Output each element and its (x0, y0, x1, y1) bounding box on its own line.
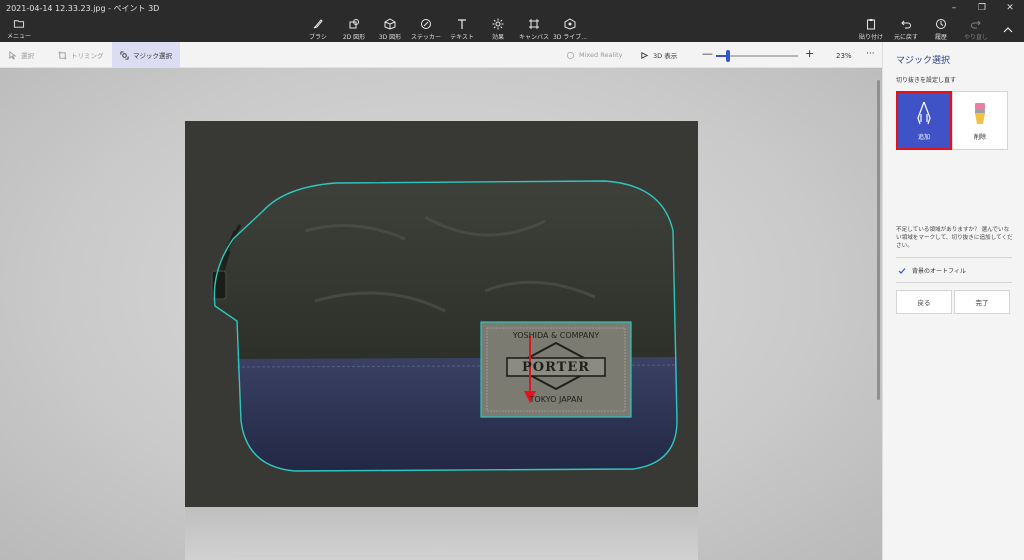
tag-line-bottom: TOKYO JAPAN (529, 395, 583, 404)
window-title: 2021-04-14 12.33.23.jpg - ペイント 3D (6, 4, 160, 13)
tool-label: 2D 図形 (342, 34, 366, 41)
3d-library-icon (564, 18, 576, 30)
remove-mode-button[interactable]: 削除 (952, 91, 1008, 150)
3d-shapes-icon (384, 18, 396, 30)
paste-icon (867, 19, 875, 30)
tool-stickers[interactable]: ステッカー (406, 18, 446, 41)
crop-tool[interactable]: トリミング (58, 42, 104, 68)
tool-label: テキスト (450, 34, 474, 41)
magic-select-icon (120, 50, 129, 60)
canvas-icon (529, 19, 539, 29)
magic-select-panel: マジック選択 切り抜きを設定し直す 追加 削除 不足している領域がありますか？ … (882, 42, 1024, 560)
sticker-icon (421, 19, 431, 29)
remove-mode-label: 削除 (973, 134, 986, 141)
tool-3d-library[interactable]: 3D ライブ... (550, 18, 590, 41)
cursor-icon (9, 50, 17, 60)
2d-shapes-icon (349, 19, 359, 29)
panel-title: マジック選択 (896, 56, 951, 66)
folder-icon (13, 20, 25, 28)
close-button[interactable]: ✕ (996, 0, 1024, 16)
undo-label: 元に戻す (893, 34, 918, 41)
add-mode-button[interactable]: 追加 (896, 91, 952, 150)
paste-button[interactable]: 貼り付け (851, 18, 891, 41)
view-3d-button[interactable]: 3D 表示 (640, 42, 677, 68)
canvas-image[interactable]: YOSHIDA & COMPANY PORTER TOKYO JAPAN (185, 121, 698, 507)
vertical-scrollbar[interactable] (877, 80, 880, 400)
maximize-button[interactable]: ❐ (968, 0, 996, 16)
zoom-slider-thumb[interactable] (726, 50, 731, 62)
crop-label: トリミング (71, 52, 104, 60)
tool-label: キャンバス (518, 34, 549, 41)
panel-hint: 不足している領域がありますか？ 選んでいない領域をマークして、切り抜きに追加して… (896, 227, 1013, 249)
redo-icon (971, 20, 981, 29)
mixed-reality-button[interactable]: Mixed Reality (566, 42, 622, 68)
tool-label: 3D 図形 (378, 34, 402, 41)
zoom-in-button[interactable]: + (805, 47, 814, 60)
select-label: 選択 (21, 52, 34, 60)
canvas-reflection (185, 507, 698, 560)
undo-icon (901, 20, 911, 29)
done-button[interactable]: 完了 (954, 290, 1010, 314)
history-label: 履歴 (934, 34, 947, 41)
eraser-icon (975, 103, 985, 124)
add-mode-label: 追加 (917, 134, 930, 141)
tool-canvas[interactable]: キャンバス (514, 18, 554, 41)
chevron-up-icon[interactable] (1002, 24, 1014, 36)
checkmark-icon (898, 267, 906, 274)
tool-label: ステッカー (410, 34, 441, 41)
mixed-reality-label: Mixed Reality (579, 51, 623, 59)
paste-label: 貼り付け (858, 34, 883, 41)
text-icon (458, 19, 466, 29)
effects-icon (492, 18, 504, 30)
autofill-label: 背景のオートフィル (912, 268, 966, 275)
tool-label: ブラシ (309, 34, 327, 41)
tag-line-top: YOSHIDA & COMPANY (512, 331, 600, 340)
history-button[interactable]: 履歴 (921, 18, 961, 41)
redo-button[interactable]: やり直し (956, 18, 996, 41)
tool-effects[interactable]: 効果 (478, 18, 518, 41)
zoom-level: 23% (836, 52, 852, 60)
redo-label: やり直し (963, 34, 988, 41)
3d-view-icon (641, 51, 649, 59)
pen-add-icon (917, 101, 931, 125)
history-icon (936, 19, 946, 29)
minimize-button[interactable]: – (940, 0, 968, 16)
title-toolbar: 2021-04-14 12.33.23.jpg - ペイント 3D – ❐ ✕ … (0, 0, 1024, 42)
magic-select-tool[interactable]: マジック選択 (112, 42, 180, 68)
brush-icon (313, 19, 323, 29)
view-3d-label: 3D 表示 (653, 52, 678, 60)
tool-label: 3D ライブ... (552, 34, 588, 41)
crop-icon (58, 50, 67, 60)
undo-button[interactable]: 元に戻す (886, 18, 926, 41)
tool-3d-shapes[interactable]: 3D 図形 (370, 18, 410, 41)
tool-brush[interactable]: ブラシ (298, 18, 338, 41)
menu-label: メニュー (6, 33, 31, 40)
select-tool[interactable]: 選択 (8, 42, 34, 68)
panel-subtitle: 切り抜きを設定し直す (896, 77, 957, 84)
pouch-photo (185, 121, 698, 507)
back-button[interactable]: 戻る (896, 290, 952, 314)
zoom-out-button[interactable]: — (702, 47, 713, 60)
autofill-toggle[interactable]: 背景のオートフィル (898, 266, 966, 275)
mixed-reality-icon (566, 51, 575, 59)
tag-brand: PORTER (521, 360, 591, 375)
window-controls: – ❐ ✕ (940, 0, 1024, 16)
divider (896, 257, 1012, 258)
tool-label: 効果 (491, 34, 504, 41)
tool-text[interactable]: テキスト (442, 18, 482, 41)
tool-2d-shapes[interactable]: 2D 図形 (334, 18, 374, 41)
divider (896, 282, 1012, 283)
menu-button[interactable]: メニュー (6, 18, 32, 40)
more-options-button[interactable]: ··· (866, 49, 875, 59)
magic-select-label: マジック選択 (133, 52, 172, 60)
